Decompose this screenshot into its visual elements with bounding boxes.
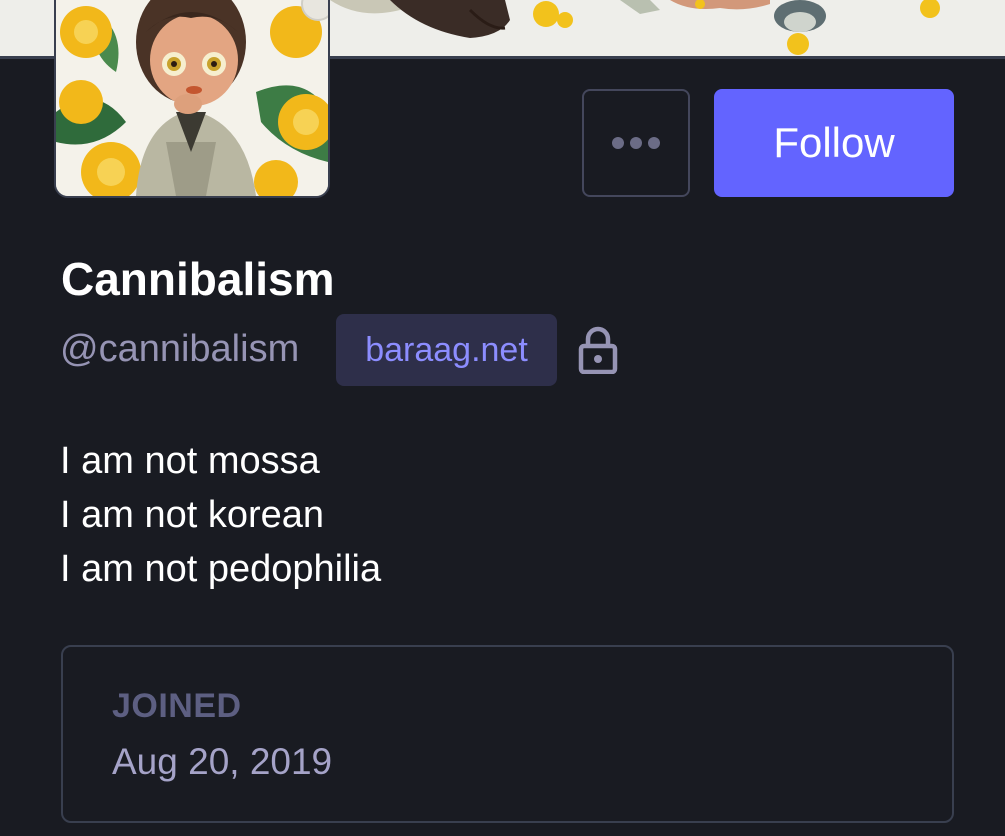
bio-line: I am not mossa [60,440,320,482]
more-options-button[interactable] [582,89,690,197]
avatar-art [56,0,328,196]
bio-line: I am not korean [60,494,325,536]
joined-date: Aug 20, 2019 [112,741,333,782]
follow-button[interactable]: Follow [714,89,954,197]
username: @cannibalism [60,328,300,370]
joined-label: JOINED [112,687,242,725]
profile-page: Follow Cannibalism @cannibalism baraag.n… [0,0,1005,836]
profile-bio: I am not mossa I am not korean I am not … [60,434,381,596]
bio-line: I am not pedophilia [60,548,382,590]
joined-info-box: JOINED Aug 20, 2019 [61,645,954,823]
ellipsis-icon [612,137,660,149]
display-name: Cannibalism [61,253,335,305]
lock-icon [578,326,618,375]
avatar[interactable] [54,0,330,198]
domain-badge[interactable]: baraag.net [336,314,557,386]
